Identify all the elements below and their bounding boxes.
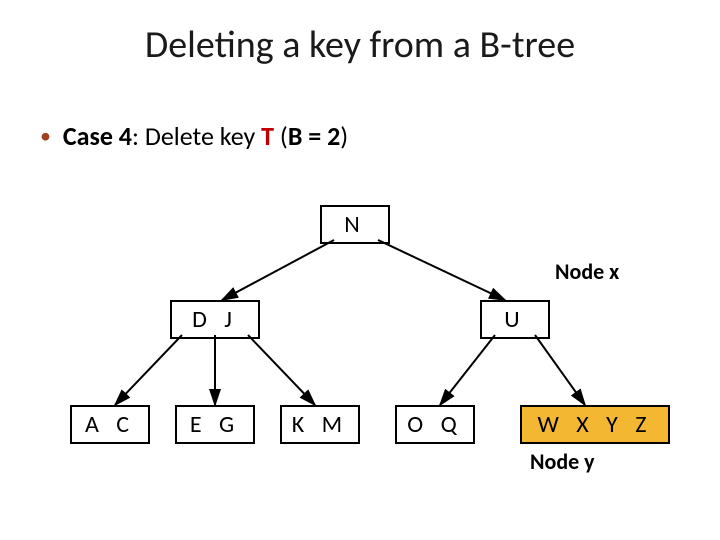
- label-node-y: Node y: [530, 448, 595, 475]
- slide-title: Deleting a key from a B-tree: [0, 0, 720, 68]
- b-value: B = 2: [288, 120, 340, 152]
- tree-leaf-eg: E G: [175, 405, 255, 444]
- bullet-text-3: ): [340, 120, 348, 152]
- tree-leaf-ac: A C: [70, 405, 150, 444]
- label-node-x: Node x: [555, 258, 619, 285]
- tree-node-dj: D J: [170, 300, 260, 339]
- bullet-text-2: (: [274, 120, 288, 152]
- case-bullet: • Case 4: Delete key T (B = 2): [40, 120, 348, 152]
- tree-node-root: N: [320, 205, 390, 244]
- tree-leaf-km: K M: [280, 405, 360, 444]
- bullet-text-1: : Delete key: [132, 120, 261, 152]
- case-label: Case 4: [63, 120, 132, 152]
- tree-node-u: U: [480, 300, 550, 339]
- bullet-dot-icon: •: [40, 122, 51, 149]
- tree-leaf-oq: O Q: [395, 405, 475, 444]
- delete-key: T: [261, 120, 274, 152]
- tree-leaf-wxyz: W X Y Z: [520, 405, 670, 444]
